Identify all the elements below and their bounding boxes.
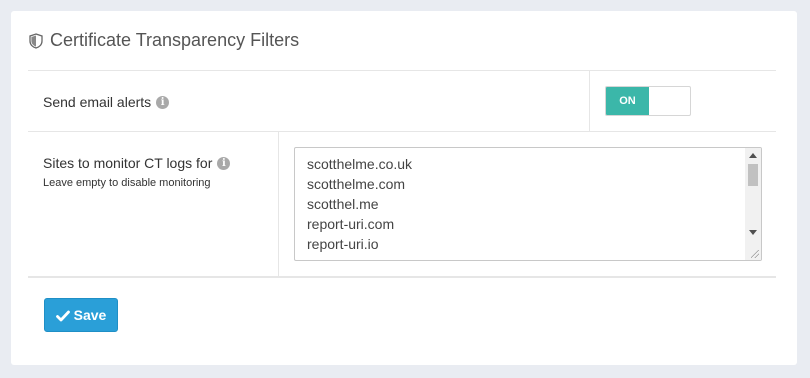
panel-title: Certificate Transparency Filters bbox=[50, 30, 300, 50]
shield-icon bbox=[29, 32, 43, 49]
checkmark-icon bbox=[55, 309, 70, 322]
divider bbox=[28, 131, 776, 132]
site-line: scotthel.me bbox=[307, 196, 379, 212]
site-line: report-uri.io bbox=[307, 236, 379, 252]
scroll-down-arrow-icon[interactable] bbox=[749, 230, 757, 235]
sites-textarea[interactable]: scotthelme.co.uk scotthelme.com scotthel… bbox=[294, 147, 762, 261]
divider bbox=[278, 131, 279, 276]
info-icon[interactable]: i bbox=[156, 95, 170, 109]
info-icon[interactable]: i bbox=[217, 156, 231, 170]
textarea-content: scotthelme.co.uk scotthelme.com scotthel… bbox=[307, 154, 412, 254]
email-alerts-label: Send email alerts bbox=[43, 94, 152, 110]
resize-grip-icon[interactable] bbox=[751, 250, 759, 258]
sites-help-text: Leave empty to disable monitoring bbox=[43, 177, 211, 189]
save-button[interactable]: Save bbox=[44, 298, 118, 332]
ct-filters-panel: Certificate Transparency Filters Send em… bbox=[11, 11, 797, 365]
email-alerts-toggle[interactable]: ON bbox=[605, 86, 691, 116]
divider bbox=[28, 70, 776, 71]
site-line: scotthelme.com bbox=[307, 176, 406, 192]
email-alerts-row-label: Send email alerts i bbox=[43, 94, 170, 110]
textarea-scrollbar[interactable] bbox=[745, 148, 761, 260]
save-button-label: Save bbox=[73, 307, 107, 323]
toggle-on-label: ON bbox=[606, 87, 649, 115]
scroll-thumb[interactable] bbox=[748, 164, 758, 186]
sites-label: Sites to monitor CT logs for bbox=[43, 155, 213, 171]
site-line: scotthelme.co.uk bbox=[307, 156, 413, 172]
scroll-up-arrow-icon[interactable] bbox=[749, 153, 757, 158]
divider bbox=[589, 70, 590, 131]
site-line: report-uri.com bbox=[307, 216, 395, 232]
divider bbox=[28, 276, 776, 278]
sites-row-label: Sites to monitor CT logs for i bbox=[43, 155, 231, 171]
panel-header: Certificate Transparency Filters bbox=[29, 30, 299, 51]
